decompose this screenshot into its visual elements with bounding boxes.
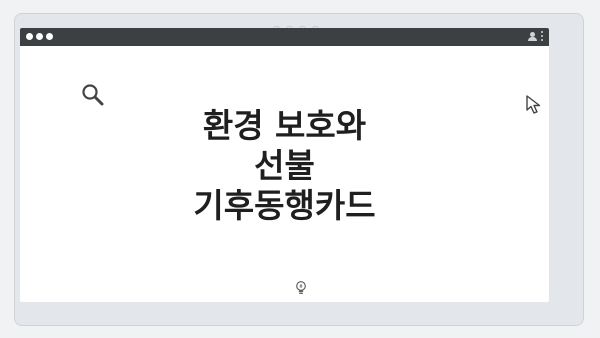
kebab-menu-icon[interactable] [541,31,543,41]
close-dot-icon[interactable] [26,33,33,40]
window-controls [26,33,53,40]
search-icon [82,84,104,106]
user-icon[interactable] [528,31,537,41]
page-title: 환경 보호와 선불 기후동행카드 [193,106,376,225]
browser-actions [528,31,543,41]
maximize-dot-icon[interactable] [46,33,53,40]
page-content: 환경 보호와 선불 기후동행카드 [20,46,549,302]
lightbulb-icon [296,281,306,294]
browser-title-bar [20,28,549,46]
minimize-dot-icon[interactable] [36,33,43,40]
